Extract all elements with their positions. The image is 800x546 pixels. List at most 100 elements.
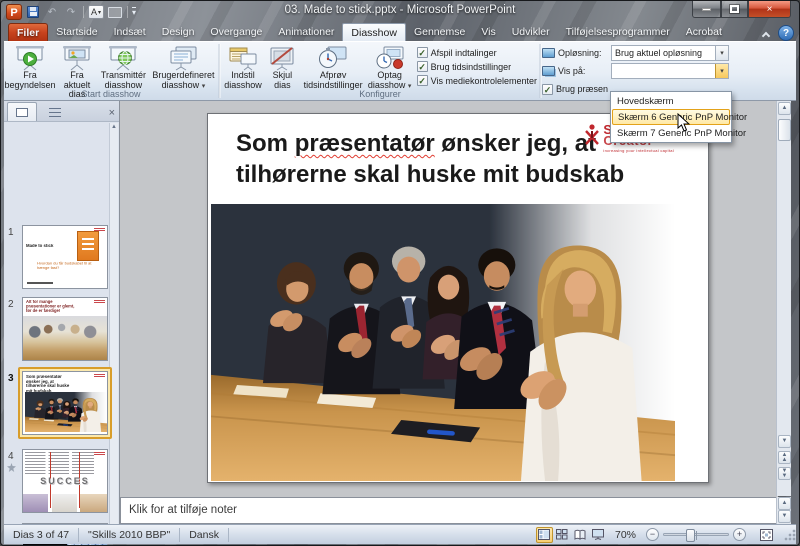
tab-disposition[interactable]	[40, 102, 70, 121]
tab-gennemse[interactable]: Gennemse	[406, 23, 473, 41]
rehearse-timings-button[interactable]: Afprøv tidsindstillinger	[300, 44, 367, 88]
slides-panel: × ▲ 1 Made to stick Hvordan du får budsk…	[4, 101, 120, 524]
set-up-slideshow-button[interactable]: Indstil diasshow	[221, 44, 265, 88]
tab-dias[interactable]	[7, 102, 37, 121]
resolution-combobox[interactable]: Brug aktuel opløsning ▾	[611, 45, 729, 61]
record-clock-icon	[375, 45, 405, 71]
slideshow-view-icon	[592, 529, 604, 540]
close-button[interactable]: ×	[748, 1, 791, 18]
tab-tilfoejelsesprogrammer[interactable]: Tilføjelsesprogrammer	[558, 23, 678, 41]
slide-sorter-view-button[interactable]	[554, 527, 571, 543]
tab-diasshow[interactable]: Diasshow	[342, 23, 406, 41]
notes-scroll-up[interactable]: ▲	[778, 497, 791, 510]
minimize-button[interactable]	[692, 1, 721, 18]
tab-animationer[interactable]: Animationer	[270, 23, 342, 41]
checkbox-label: Brug tidsindstillinger	[431, 62, 512, 72]
tab-acrobat[interactable]: Acrobat	[678, 23, 730, 41]
powerpoint-app-icon[interactable]: P	[6, 4, 22, 20]
zoom-slider-track[interactable]	[663, 533, 729, 536]
checked-checkbox-icon: ✓	[417, 61, 428, 72]
ribbon-tabs: Filer Startside Indsæt Design Overgange …	[4, 23, 796, 41]
collapse-ribbon-button[interactable]	[758, 27, 774, 41]
window-icon	[108, 7, 122, 18]
zoom-slider-thumb[interactable]	[686, 529, 695, 542]
tab-indsaet[interactable]: Indsæt	[106, 23, 154, 41]
projector-globe-icon	[108, 45, 138, 71]
custom-slideshow-button[interactable]: Brugerdefineret diasshow ▾	[149, 44, 218, 88]
hide-slide-button[interactable]: Skjul dias	[265, 44, 300, 88]
slideshow-view-button[interactable]	[590, 527, 607, 543]
from-beginning-button[interactable]: Fra begyndelsen	[4, 44, 56, 88]
notes-scroll-down[interactable]: ▼	[778, 510, 791, 523]
presentation-view-button[interactable]	[107, 5, 123, 20]
scrollbar-thumb[interactable]	[778, 119, 791, 141]
projector-list-icon	[168, 45, 198, 71]
theme-name[interactable]: "Skills 2010 BBP"	[79, 528, 180, 542]
tab-startside[interactable]: Startside	[48, 23, 105, 41]
dropdown-option-hovedskaerm[interactable]: Hovedskærm	[612, 93, 730, 109]
checkbox-label: Vis mediekontrolelementer	[431, 76, 537, 86]
maximize-button[interactable]	[721, 1, 748, 18]
font-dialog-button[interactable]: A▾	[88, 5, 104, 19]
current-slide-canvas[interactable]: Som præsentatør ønsker jeg, attilhørerne…	[207, 113, 709, 483]
record-slideshow-button[interactable]: Optag diasshow ▾	[367, 44, 413, 88]
help-button[interactable]: ?	[778, 25, 794, 41]
powerpoint-window: P ↶ ↷ A▾ ▾ 03. Made to stick.pptx - Micr…	[0, 0, 800, 546]
show-media-controls-checkbox[interactable]: ✓ Vis mediekontrolelementer	[417, 75, 537, 86]
broadcast-slideshow-button[interactable]: Transmittér diasshow	[98, 44, 149, 88]
notes-placeholder: Klik for at tilføje noter	[129, 504, 237, 516]
dropdown-option-skaerm6[interactable]: Skærm 6 Generic PnP Monitor	[612, 109, 730, 125]
checkbox-label: Afspil indtalinger	[431, 48, 497, 58]
resize-grip[interactable]	[783, 528, 796, 541]
tab-filer[interactable]: Filer	[8, 23, 48, 41]
show-on-combobox[interactable]: ▾	[611, 63, 729, 79]
thumb-subtitle: Hvordan du får budskabet til at hænge fa…	[37, 262, 93, 271]
scroll-up-icon[interactable]: ▲	[110, 124, 118, 130]
tab-udvikler[interactable]: Udvikler	[504, 23, 558, 41]
mouse-cursor	[677, 113, 690, 132]
text-columns-graphic	[25, 452, 94, 474]
redo-button[interactable]: ↷	[63, 5, 79, 20]
window-controls: ×	[692, 1, 791, 18]
play-narrations-checkbox[interactable]: ✓ Afspil indtalinger	[417, 47, 537, 58]
group-konfigurer: Indstil diasshow Skjul dias	[221, 42, 539, 100]
normal-view-icon	[538, 529, 550, 540]
language-indicator[interactable]: Dansk	[180, 528, 229, 542]
double-up-icon: ▲	[782, 458, 788, 463]
reading-view-button[interactable]	[572, 527, 589, 543]
scroll-down-button[interactable]: ▼	[778, 435, 791, 448]
next-slide-button[interactable]: ▼▼	[778, 467, 791, 480]
panel-scrollbar[interactable]: ▲	[109, 123, 118, 524]
tab-overgange[interactable]: Overgange	[202, 23, 270, 41]
misspelled-word: præsentatør	[295, 130, 435, 157]
chevron-down-icon[interactable]: ▾	[715, 46, 728, 60]
slide-indicator[interactable]: Dias 3 of 47	[4, 528, 79, 542]
normal-view-button[interactable]	[536, 527, 553, 543]
use-timings-checkbox[interactable]: ✓ Brug tidsindstillinger	[417, 61, 537, 72]
notes-pane[interactable]: Klik for at tilføje noter	[120, 497, 778, 524]
zoom-in-button[interactable]: +	[733, 528, 746, 541]
previous-slide-button[interactable]: ▲▲	[778, 451, 791, 464]
chevron-down-icon[interactable]: ▾	[715, 64, 728, 78]
use-presenter-view-checkbox[interactable]: ✓ Brug præsen	[542, 84, 608, 95]
customize-qat-button[interactable]: ▾	[132, 7, 136, 17]
close-panel-icon[interactable]: ×	[109, 108, 115, 118]
tab-vis[interactable]: Vis	[473, 23, 503, 41]
chevron-down-icon: ▾	[98, 9, 101, 16]
undo-button[interactable]: ↶	[44, 5, 60, 20]
fit-to-window-button[interactable]	[758, 527, 775, 543]
save-button[interactable]	[25, 5, 41, 20]
zoom-percentage[interactable]: 70%	[615, 529, 636, 541]
down-arrow-icon: ▼	[782, 514, 788, 519]
notes-scrollbar[interactable]: ▲ ▼	[776, 497, 791, 524]
from-current-slide-button[interactable]: Fra aktuelt dias	[56, 44, 98, 88]
scroll-up-button[interactable]: ▲	[778, 102, 791, 115]
main-scrollbar[interactable]: ▲ ▼ ▲▲ ▼▼	[776, 101, 791, 496]
maximize-icon	[730, 5, 739, 13]
zoom-out-button[interactable]: −	[646, 528, 659, 541]
stick-figure-icon	[584, 124, 600, 148]
dropdown-option-skaerm7[interactable]: Skærm 7 Generic PnP Monitor	[612, 125, 730, 141]
tab-design[interactable]: Design	[154, 23, 203, 41]
checkbox-label: Brug præsen	[556, 84, 608, 94]
monitor-dropdown-list: Hovedskærm Skærm 6 Generic PnP Monitor S…	[610, 91, 732, 143]
